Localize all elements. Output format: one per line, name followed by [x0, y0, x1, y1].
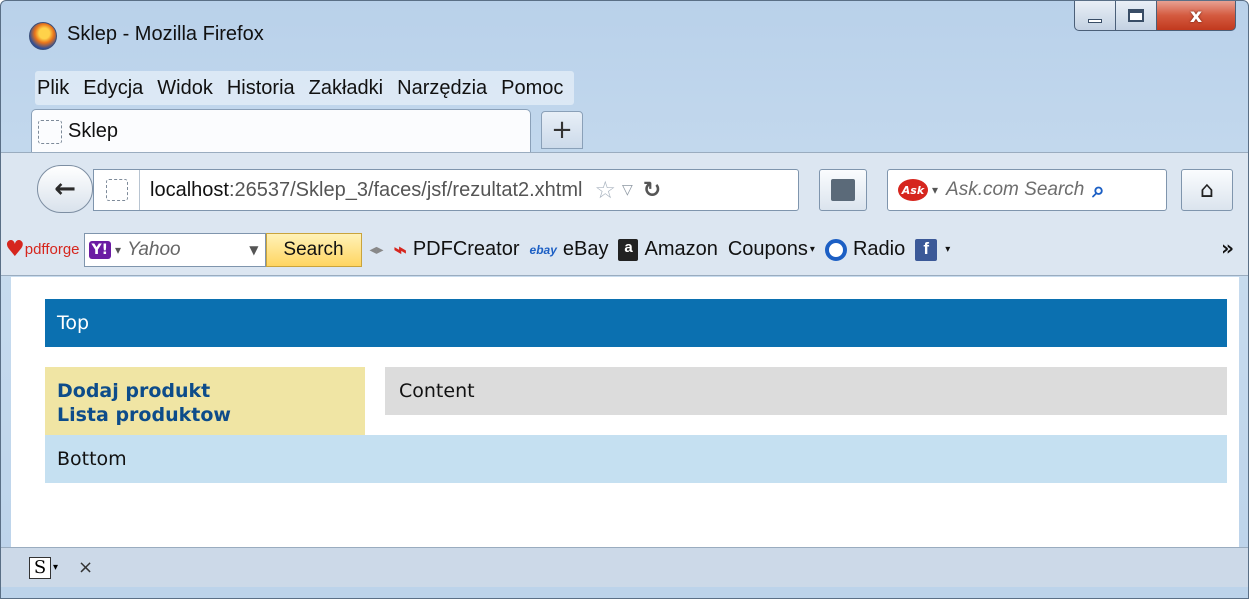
back-arrow-icon: ←: [54, 174, 76, 204]
facebook-icon: f: [915, 238, 938, 261]
yahoo-dropdown-icon[interactable]: ▼: [249, 243, 258, 257]
url-host: localhost: [150, 178, 229, 201]
bookmark-amazon[interactable]: a Amazon: [618, 238, 718, 261]
chevron-down-icon: ▾: [945, 244, 951, 255]
yahoo-search-box[interactable]: Y! ▾ Yahoo ▼: [83, 232, 266, 267]
bookmark-coupons[interactable]: Coupons ▾: [728, 238, 815, 261]
tab-label: Sklep: [68, 120, 119, 142]
bookmark-label: Radio: [852, 238, 906, 260]
new-tab-button[interactable]: +: [541, 111, 583, 149]
bookmark-label: Coupons: [727, 238, 808, 260]
reload-icon[interactable]: ↻: [643, 178, 661, 203]
menu-item-edycja[interactable]: Edycja: [76, 77, 150, 100]
menu-item-plik[interactable]: Plik: [35, 77, 76, 100]
chevron-down-icon: ▾: [809, 244, 815, 255]
link-dodaj-produkt[interactable]: Dodaj produkt: [57, 379, 365, 403]
search-engine-dropdown-icon[interactable]: ▾: [932, 183, 938, 197]
browser-window: Sklep - Mozilla Firefox x Plik Edycja Wi…: [0, 0, 1249, 599]
yahoo-engine-dropdown-icon[interactable]: ▾: [115, 243, 121, 257]
search-input[interactable]: Ask.com Search: [946, 179, 1084, 201]
window-title: Sklep - Mozilla Firefox: [67, 23, 264, 45]
amazon-icon: a: [618, 238, 639, 261]
page-left-menu: Dodaj produkt Lista produktow: [45, 367, 365, 435]
maximize-icon: [1128, 9, 1144, 22]
page-content-box: Content: [385, 367, 1227, 415]
history-dropdown-icon[interactable]: ▽: [622, 182, 633, 198]
bookmark-label: Amazon: [644, 238, 718, 260]
s-addon-icon[interactable]: S: [29, 556, 51, 579]
bookmark-label: eBay: [562, 238, 609, 260]
pdfforge-label: pdfforge: [24, 241, 80, 258]
menu-item-widok[interactable]: Widok: [150, 77, 220, 100]
menu-bar: Plik Edycja Widok Historia Zakładki Narz…: [35, 71, 575, 105]
bookmark-pdfcreator[interactable]: ⌁ PDFCreator: [394, 237, 520, 263]
site-identity-button[interactable]: [94, 170, 140, 210]
page-bottom-bar: Bottom: [45, 435, 1227, 483]
menu-item-zakladki[interactable]: Zakładki: [302, 77, 390, 100]
yahoo-search-input[interactable]: Yahoo: [127, 239, 181, 261]
bookmark-label: PDFCreator: [412, 238, 520, 260]
yahoo-logo-icon: Y!: [88, 240, 112, 259]
close-addon-bar-icon[interactable]: ×: [78, 557, 93, 578]
maximize-button[interactable]: [1115, 1, 1157, 31]
home-icon: ⌂: [1200, 177, 1214, 203]
minimize-button[interactable]: [1074, 1, 1116, 31]
bookmark-facebook[interactable]: f ▾: [915, 238, 951, 261]
link-lista-produktow[interactable]: Lista produktow: [57, 403, 365, 427]
bookmark-radio[interactable]: Radio: [824, 238, 906, 261]
ask-logo-icon[interactable]: Ask: [898, 179, 928, 201]
radio-icon: [824, 238, 847, 261]
site-identity-icon: [105, 179, 128, 201]
search-icon[interactable]: ⌕: [1092, 178, 1104, 203]
menu-item-historia[interactable]: Historia: [220, 77, 302, 100]
pdfforge-logo-icon: ♥: [5, 237, 25, 262]
menu-item-pomoc[interactable]: Pomoc: [494, 77, 570, 100]
minimize-icon: [1088, 18, 1102, 23]
notepad-icon: [831, 179, 855, 201]
page-viewport: Top Dodaj produkt Lista produktow Conten…: [11, 277, 1239, 547]
page-top-bar: Top: [45, 299, 1227, 347]
more-bookmarks-chevron-icon[interactable]: »: [1221, 236, 1234, 260]
url-bar[interactable]: localhost :26537/Sklep_3/faces/jsf/rezul…: [93, 169, 799, 211]
close-icon: x: [1189, 4, 1203, 27]
bookmark-star-icon[interactable]: ☆: [594, 176, 616, 204]
pdfforge-button[interactable]: ♥ pdfforge: [5, 237, 80, 262]
pdf-icon: ⌁: [393, 236, 407, 262]
tab-sklep[interactable]: Sklep: [31, 109, 531, 153]
firefox-logo-icon: [29, 22, 57, 50]
default-favicon-icon: [38, 119, 62, 144]
addon-bar: S ▾ ×: [1, 547, 1248, 587]
search-bar[interactable]: Ask ▾ Ask.com Search ⌕: [887, 169, 1167, 211]
back-button[interactable]: ←: [37, 165, 93, 213]
toolbar-separator-icon: ◂▸: [369, 241, 384, 258]
home-button[interactable]: ⌂: [1181, 169, 1233, 211]
navigation-bar: ← localhost :26537/Sklep_3/faces/jsf/rez…: [1, 152, 1248, 224]
url-path: :26537/Sklep_3/faces/jsf/rezultat2.xhtml: [228, 178, 583, 201]
yahoo-search-button[interactable]: Search: [265, 232, 362, 267]
menu-item-narzedzia[interactable]: Narzędzia: [390, 77, 494, 100]
close-button[interactable]: x: [1156, 1, 1236, 31]
ebay-icon: ebay: [529, 242, 557, 257]
bookmarks-toolbar: ♥ pdfforge Y! ▾ Yahoo ▼ Search ◂▸ ⌁ PDFC…: [1, 224, 1248, 276]
addon-toolbar-button[interactable]: [819, 169, 867, 211]
chevron-down-icon[interactable]: ▾: [53, 562, 58, 573]
title-bar: Sklep - Mozilla Firefox x: [1, 1, 1248, 63]
bookmark-ebay[interactable]: ebay eBay: [530, 238, 609, 261]
